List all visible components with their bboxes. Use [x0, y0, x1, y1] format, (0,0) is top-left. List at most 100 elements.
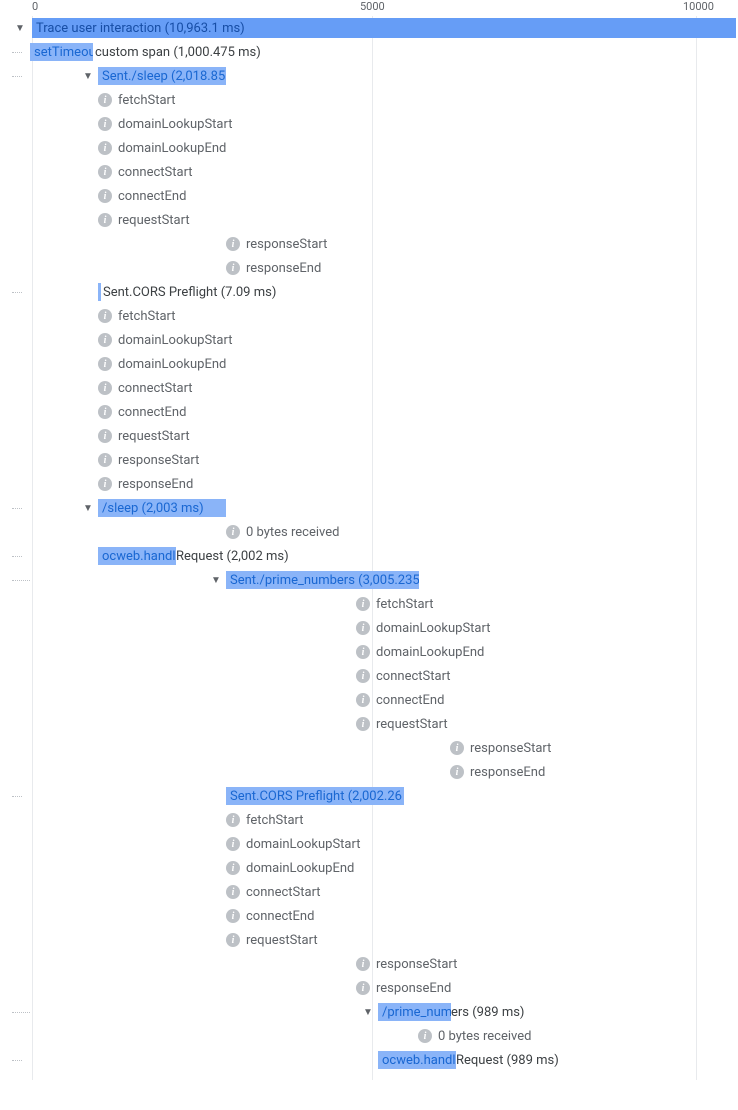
info-icon: i [356, 669, 370, 683]
ruler-tick: 0 [32, 0, 38, 13]
info-icon: i [356, 693, 370, 707]
event-label: responseStart [246, 237, 327, 252]
info-icon: i [356, 645, 370, 659]
info-icon: i [98, 117, 112, 131]
event-row: iresponseStart [14, 736, 738, 760]
event-row: idomainLookupEnd [14, 856, 738, 880]
span-label: Request (989 ms) [456, 1053, 559, 1068]
chevron-down-icon[interactable]: ▼ [82, 502, 94, 514]
timeline-ruler: 0 5000 10000 [28, 0, 738, 16]
event-label: connectEnd [376, 693, 444, 708]
event-row: i requestStart [14, 424, 738, 448]
event-row: idomainLookupEnd [14, 352, 738, 376]
info-icon: i [226, 525, 240, 539]
event-row: ifetchStart [14, 808, 738, 832]
event-row: i connectEnd [14, 400, 738, 424]
info-icon: i [98, 429, 112, 443]
event-row: irequestStart [14, 928, 738, 952]
info-icon: i [450, 765, 464, 779]
info-icon: i [226, 261, 240, 275]
chevron-down-icon[interactable]: ▼ [362, 1006, 374, 1018]
event-row: idomainLookupStart [14, 328, 738, 352]
trace-tree: ▼ Trace user interaction (10,963.1 ms) s… [0, 16, 738, 1080]
info-icon: i [98, 405, 112, 419]
span-row-sent-sleep[interactable]: ▼ Sent./sleep (2,018.855 ms) [14, 64, 738, 88]
event-label: responseEnd [118, 477, 193, 492]
event-label: requestStart [376, 717, 448, 732]
event-row: iresponseStart [14, 448, 738, 472]
chevron-down-icon[interactable]: ▼ [14, 22, 26, 34]
event-row: iconnectStart [14, 376, 738, 400]
event-row: i0 bytes received [14, 1024, 738, 1048]
event-label: domainLookupStart [376, 621, 490, 636]
event-row: iresponseStart [14, 232, 738, 256]
event-row: iconnectStart [14, 664, 738, 688]
span-row-cors1[interactable]: Sent.CORS Preflight (7.09 ms) [14, 280, 738, 304]
event-label: 0 bytes received [438, 1029, 531, 1044]
span-bar: Sent.CORS Preflight (2,002.26 ms) [226, 787, 404, 805]
span-row-cors2[interactable]: Sent.CORS Preflight (2,002.26 ms) [14, 784, 738, 808]
info-icon: i [98, 357, 112, 371]
event-row: iconnectStart [14, 880, 738, 904]
span-row-sleep[interactable]: ▼ /sleep (2,003 ms) [14, 496, 738, 520]
event-label: connectStart [246, 885, 321, 900]
chevron-down-icon[interactable]: ▼ [82, 70, 94, 82]
event-label: responseStart [376, 957, 457, 972]
event-row: i responseStart [14, 952, 738, 976]
info-icon: i [356, 621, 370, 635]
event-row: iresponseEnd [14, 256, 738, 280]
event-row: i domainLookupStart [14, 616, 738, 640]
event-label: connectStart [118, 165, 193, 180]
span-label: Request (2,002 ms) [176, 549, 289, 564]
span-bar: ocweb.handle [98, 547, 176, 565]
span-row-setTimeout[interactable]: setTimeout custom span (1,000.475 ms) [14, 40, 738, 64]
event-row: i fetchStart [14, 304, 738, 328]
info-icon: i [98, 453, 112, 467]
event-label: fetchStart [118, 309, 176, 324]
event-row: i 0 bytes received [14, 520, 738, 544]
event-row: iconnectEnd [14, 904, 738, 928]
event-label: fetchStart [376, 597, 434, 612]
event-row: irequestStart [14, 208, 738, 232]
event-row: idomainLookupEnd [14, 136, 738, 160]
event-label: connectEnd [118, 405, 186, 420]
event-label: responseEnd [376, 981, 451, 996]
event-row: i domainLookupEnd [14, 640, 738, 664]
event-label: domainLookupStart [118, 117, 232, 132]
event-row: ifetchStart [14, 88, 738, 112]
event-row: i responseEnd [14, 976, 738, 1000]
event-label: fetchStart [118, 93, 176, 108]
info-icon: i [98, 189, 112, 203]
event-label: requestStart [118, 429, 190, 444]
event-label: fetchStart [246, 813, 304, 828]
info-icon: i [226, 861, 240, 875]
event-label: domainLookupStart [246, 837, 360, 852]
span-row-sent-prime[interactable]: ▼ Sent./prime_numbers (3,005.235 ms) [14, 568, 738, 592]
event-row: i connectEnd [14, 688, 738, 712]
info-icon: i [356, 981, 370, 995]
span-bar: ocweb.handle [378, 1051, 456, 1069]
span-row-root[interactable]: ▼ Trace user interaction (10,963.1 ms) [14, 16, 738, 40]
info-icon: i [356, 957, 370, 971]
span-row-ocweb1[interactable]: ocweb.handle Request (2,002 ms) [14, 544, 738, 568]
event-label: domainLookupEnd [376, 645, 484, 660]
event-row: i responseEnd [14, 760, 738, 784]
info-icon: i [98, 141, 112, 155]
span-row-prime[interactable]: ▼ /prime_numb ers (989 ms) [14, 1000, 738, 1024]
event-label: domainLookupStart [118, 333, 232, 348]
chevron-down-icon[interactable]: ▼ [210, 574, 222, 586]
event-label: requestStart [118, 213, 190, 228]
info-icon: i [226, 933, 240, 947]
span-bar: Trace user interaction (10,963.1 ms) [32, 18, 736, 38]
info-icon: i [98, 309, 112, 323]
span-label: ers (989 ms) [451, 1005, 524, 1020]
event-label: 0 bytes received [246, 525, 339, 540]
span-row-ocweb2[interactable]: ocweb.handle Request (989 ms) [14, 1048, 738, 1072]
ruler-tick: 10000 [683, 0, 714, 13]
event-label: responseEnd [470, 765, 545, 780]
event-row: irequestStart [14, 712, 738, 736]
event-row: iconnectStart [14, 160, 738, 184]
span-bar: /sleep (2,003 ms) [98, 499, 226, 517]
event-label: connectEnd [118, 189, 186, 204]
event-label: connectStart [118, 381, 193, 396]
